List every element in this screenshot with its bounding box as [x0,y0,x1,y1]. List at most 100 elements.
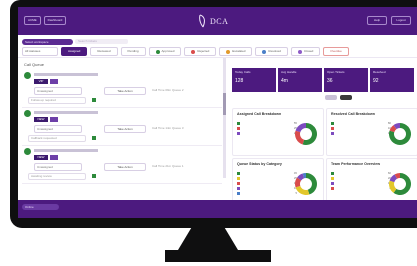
tab-2[interactable]: Pending [120,47,146,56]
legend-swatch [237,186,240,190]
legend-item: 25 [237,176,297,180]
tab-label: Overdue [330,49,342,53]
donut-slice [295,123,306,133]
status-indicator [92,136,96,140]
filter-bar: Select workspace Search tickets All stat… [18,35,417,58]
donut-chart [295,173,317,195]
status-indicator [92,174,96,178]
monitor-stand-base [165,250,271,262]
stat-card: Open Tickets 36 [324,68,368,92]
caller-name-placeholder [34,111,98,114]
stat-value: 128 [235,78,244,84]
tab-dot-icon [191,49,196,54]
tab-dot-icon [297,49,302,54]
note-field[interactable]: Callback requested [28,135,86,142]
tab-0[interactable]: Assigned [61,47,88,56]
tab-label: Reviewed [97,49,111,53]
legend-swatch [331,126,334,130]
donut-chart [389,173,411,195]
stat-value: 36 [327,78,333,84]
tag-secondary [50,117,58,122]
monitor-stand-neck [178,228,238,250]
panel-title: Call Queue [24,62,45,67]
divider [22,183,222,184]
tab-8[interactable]: Overdue [323,47,349,56]
legend-item: 12 [331,181,391,185]
stats-panel: Today Calls 128 Avg Handle 4m Open Tickets 36… [230,58,417,218]
legend-swatch [331,181,334,185]
chart-card: Resolved Call Breakdown801010 [326,108,417,156]
tab-dot-icon [262,49,267,54]
call-meta: Call Time 14m Queue 3 [152,126,184,130]
dashboard-chip[interactable]: Dashboard [43,16,67,25]
search-input[interactable]: Search tickets [75,39,128,44]
legend-item: 60 [331,171,391,175]
legend-swatch [331,176,334,180]
assign-select[interactable]: Unassigned [34,87,82,95]
brand-chip[interactable]: ACME [24,16,41,25]
status-select[interactable]: All statuses [22,47,58,56]
take-action-button[interactable]: Take Action [104,125,146,133]
divider [22,107,222,108]
card-title: Queue Status by Category [237,162,282,166]
filter-tabs: All statuses Assigned Reviewed Pending Appr… [22,47,349,56]
legend-swatch [237,131,240,135]
legend-item: 20 [237,131,297,135]
assign-select[interactable]: Unassigned [34,125,82,133]
caller-name-placeholder [34,73,98,76]
note-field[interactable]: Follow-up required [28,97,86,104]
caller-name-placeholder [34,149,98,152]
status-chip[interactable]: Online [22,204,59,210]
legend-swatch [237,121,240,125]
priority-tag: NEW [34,155,48,160]
legend-item: 10 [331,131,391,135]
logo-mark-icon [199,14,205,28]
stat-value: 92 [373,78,379,84]
stat-card: Resolved 92 [370,68,414,92]
tag-secondary [50,155,58,160]
logout-button[interactable]: Logout [391,16,411,25]
next-control[interactable] [340,95,352,100]
avatar [24,148,31,155]
prev-control[interactable] [325,95,337,100]
stat-label: Avg Handle [281,70,297,74]
tab-5[interactable]: Escalated [219,47,253,56]
note-field[interactable]: Awaiting review [28,173,86,180]
legend-swatch [331,131,334,135]
donut-slice [295,185,310,195]
tab-label: Pending [127,49,139,53]
tab-4[interactable]: Rejected [184,47,217,56]
scrollbar-track[interactable] [223,58,226,178]
legend-swatch [237,191,240,195]
legend-swatch [331,171,334,175]
card-title: Assigned Call Breakdown [237,112,282,116]
tab-3[interactable]: Approved [148,47,182,56]
legend-item: 8 [331,186,391,190]
logo-text: DCA [210,16,229,26]
tab-label: Assigned [68,49,81,53]
legend-item: 80 [331,121,391,125]
help-button[interactable]: Help [367,16,387,25]
legend-item: 10 [237,186,297,190]
donut-chart [389,123,411,145]
tab-7[interactable]: Closed [290,47,321,56]
tab-1[interactable]: Reviewed [90,47,118,56]
legend-item: 15 [237,181,297,185]
topbar-left-group: ACME Dashboard [24,16,67,25]
tab-label: Escalated [232,49,246,53]
assign-select[interactable]: Unassigned [34,163,82,171]
workspace-pill[interactable]: Select workspace [22,39,73,45]
stat-value: 4m [281,78,288,84]
tab-dot-icon [226,49,231,54]
take-action-button[interactable]: Take Action [104,87,146,95]
scrollbar-thumb[interactable] [223,93,226,115]
stat-card: Today Calls 128 [232,68,276,92]
tag-secondary [50,79,58,84]
tab-6[interactable]: Resolved [255,47,288,56]
take-action-button[interactable]: Take Action [104,163,146,171]
call-queue-panel: Call Queue VIP Unassigned Take Action Call … [18,58,228,218]
legend-item: 5 [237,191,297,195]
legend-item: 20 [331,176,391,180]
legend-swatch [237,176,240,180]
avatar [24,72,31,79]
